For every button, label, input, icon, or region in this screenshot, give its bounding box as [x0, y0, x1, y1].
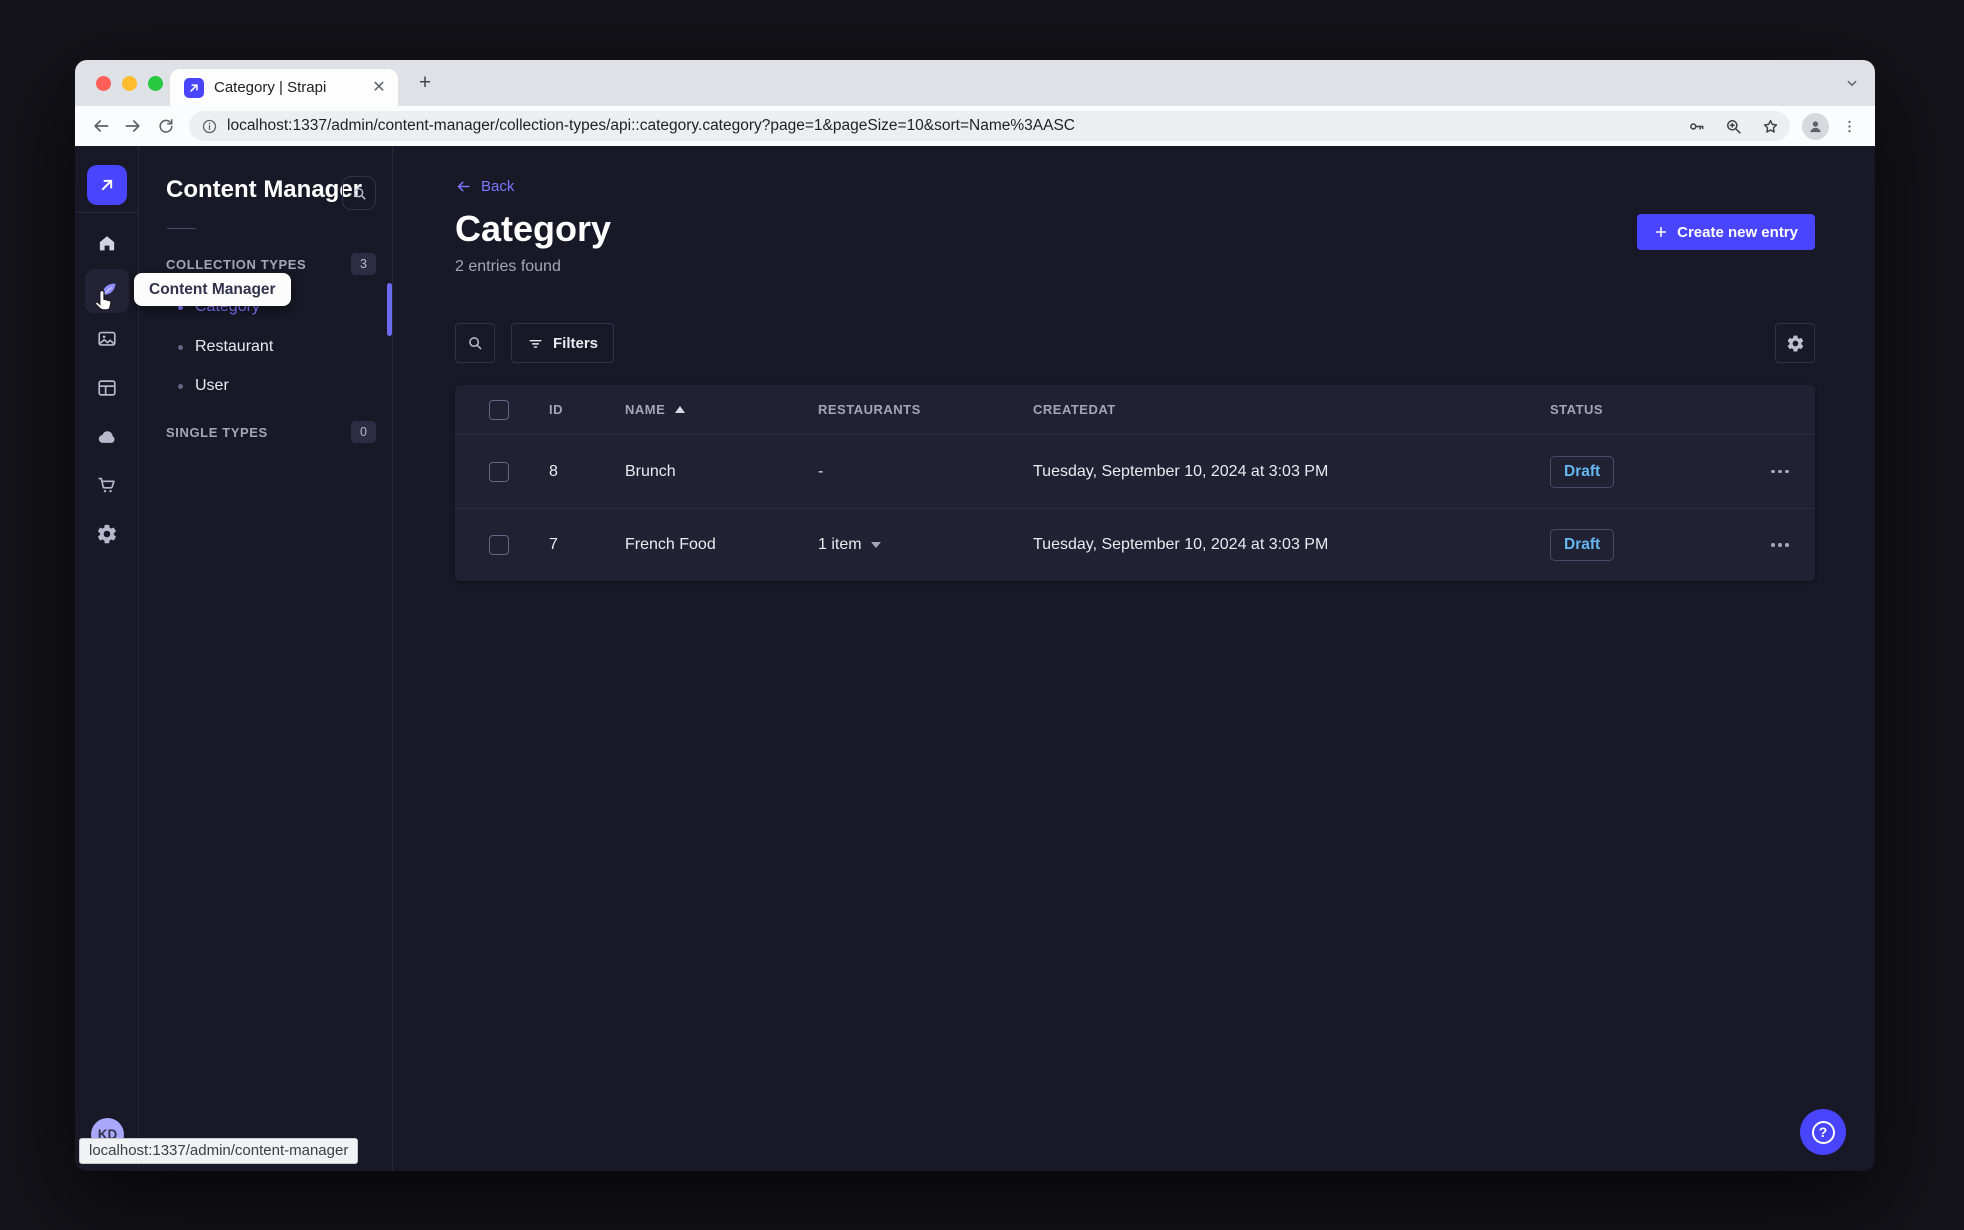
status-badge: Draft — [1550, 529, 1615, 561]
table-row[interactable]: 8 Brunch - Tuesday, September 10, 2024 a… — [455, 435, 1815, 508]
browser-toolbar: localhost:1337/admin/content-manager/col… — [75, 106, 1875, 146]
strapi-admin-app: KD Content Manager COLLECTION TYPES 3 Ca… — [75, 146, 1875, 1171]
row-checkbox[interactable] — [489, 461, 509, 482]
row-actions-menu[interactable] — [1745, 543, 1815, 547]
cell-restaurants-dropdown[interactable]: 1 item — [818, 536, 1033, 554]
cell-id: 8 — [549, 462, 558, 480]
bullet-icon — [178, 344, 183, 350]
close-window-button[interactable] — [96, 76, 111, 91]
desktop: Category | Strapi ✕ + localhost:1337/adm… — [0, 0, 1964, 1230]
column-header-restaurants: RESTAURANTS — [818, 402, 921, 417]
zoom-magnifier-icon[interactable] — [1719, 112, 1747, 140]
subnav-divider — [167, 228, 196, 229]
main-content: Back Category 2 entries found Create new… — [393, 146, 1875, 1171]
single-types-label: SINGLE TYPES — [166, 424, 268, 440]
nav-settings-icon[interactable] — [85, 512, 129, 556]
nav-divider — [75, 212, 139, 213]
help-button[interactable]: ? — [1800, 1109, 1846, 1155]
nav-home-icon[interactable] — [85, 221, 129, 265]
table-row[interactable]: 7 French Food 1 item Tuesday, September … — [455, 508, 1815, 581]
nav-media-library-icon[interactable] — [85, 317, 129, 361]
single-types-section: SINGLE TYPES 0 — [166, 421, 376, 443]
bookmark-star-icon[interactable] — [1756, 112, 1784, 140]
view-settings-button[interactable] — [1775, 323, 1815, 363]
site-info-icon[interactable] — [201, 118, 218, 135]
row-checkbox[interactable] — [489, 535, 509, 555]
strapi-logo[interactable] — [87, 165, 127, 205]
bullet-icon — [178, 383, 183, 389]
page-title: Category — [455, 208, 612, 249]
sidebar-item-restaurant[interactable]: Restaurant — [140, 327, 392, 367]
gear-icon — [1787, 335, 1803, 351]
plus-icon — [1655, 226, 1667, 238]
search-icon — [469, 337, 482, 350]
cell-createdat: Tuesday, September 10, 2024 at 3:03 PM — [1033, 536, 1329, 553]
cell-restaurants: - — [818, 462, 824, 480]
browser-tab[interactable]: Category | Strapi ✕ — [170, 69, 398, 106]
status-badge: Draft — [1550, 455, 1615, 488]
zoom-window-button[interactable] — [148, 76, 163, 91]
forward-nav-icon[interactable] — [117, 110, 149, 142]
content-manager-tooltip: Content Manager — [134, 273, 291, 306]
cell-name: Brunch — [625, 462, 676, 480]
single-types-count-badge: 0 — [351, 421, 376, 443]
column-header-id[interactable]: ID — [549, 402, 625, 417]
collection-types-count-badge: 3 — [351, 253, 376, 275]
column-header-createdat: CREATEDAT — [1033, 402, 1116, 417]
subnav-search-button[interactable] — [342, 176, 376, 210]
table-search-button[interactable] — [455, 323, 495, 363]
password-key-icon[interactable] — [1682, 112, 1710, 140]
minimize-window-button[interactable] — [122, 76, 137, 91]
strapi-favicon-icon — [184, 77, 204, 98]
url-bar[interactable]: localhost:1337/admin/content-manager/col… — [189, 111, 1790, 141]
cell-name: French Food — [625, 536, 716, 553]
nav-content-type-builder-icon[interactable] — [85, 366, 129, 410]
entries-count: 2 entries found — [455, 258, 561, 275]
column-header-name[interactable]: NAME — [625, 402, 818, 417]
tab-close-icon[interactable]: ✕ — [370, 79, 388, 97]
tab-title: Category | Strapi — [214, 79, 327, 96]
sidebar-item-user[interactable]: User — [140, 366, 392, 406]
browser-window: Category | Strapi ✕ + localhost:1337/adm… — [75, 60, 1875, 1171]
browser-profile-icon[interactable] — [1802, 112, 1829, 140]
table-header-row: ID NAME RESTAURANTS CREATEDAT STATUS — [455, 385, 1815, 435]
mouse-cursor-icon — [91, 287, 118, 314]
reload-icon[interactable] — [149, 110, 181, 142]
filter-icon — [529, 339, 542, 348]
cell-id: 7 — [549, 536, 558, 553]
sort-ascending-icon — [675, 406, 686, 413]
cell-createdat: Tuesday, September 10, 2024 at 3:03 PM — [1033, 462, 1329, 480]
collection-types-section: COLLECTION TYPES 3 — [166, 253, 376, 275]
link-preview-status-bar: localhost:1337/admin/content-manager — [79, 1138, 359, 1164]
url-text[interactable]: localhost:1337/admin/content-manager/col… — [227, 117, 1673, 135]
new-tab-button[interactable]: + — [413, 72, 437, 96]
create-new-entry-button[interactable]: Create new entry — [1637, 214, 1815, 250]
browser-menu-kebab-icon[interactable] — [1833, 110, 1865, 142]
collection-types-label: COLLECTION TYPES — [166, 256, 307, 272]
active-item-indicator — [387, 283, 392, 336]
nav-marketplace-icon[interactable] — [85, 463, 129, 507]
column-header-status: STATUS — [1550, 402, 1604, 417]
filters-button[interactable]: Filters — [511, 323, 615, 363]
subnav-title: Content Manager — [166, 176, 363, 203]
question-mark-icon: ? — [1811, 1120, 1835, 1144]
tab-strip: Category | Strapi ✕ + — [75, 60, 1875, 106]
entries-table: ID NAME RESTAURANTS CREATEDAT STATUS 8 B… — [455, 385, 1815, 581]
tab-search-chevron-icon[interactable] — [1843, 74, 1861, 92]
select-all-checkbox[interactable] — [489, 399, 509, 420]
window-controls — [96, 76, 163, 91]
chevron-down-icon — [870, 542, 881, 548]
back-link[interactable]: Back — [455, 178, 514, 195]
back-nav-icon[interactable] — [85, 110, 117, 142]
nav-cloud-icon[interactable] — [85, 415, 129, 459]
row-actions-menu[interactable] — [1745, 469, 1815, 474]
